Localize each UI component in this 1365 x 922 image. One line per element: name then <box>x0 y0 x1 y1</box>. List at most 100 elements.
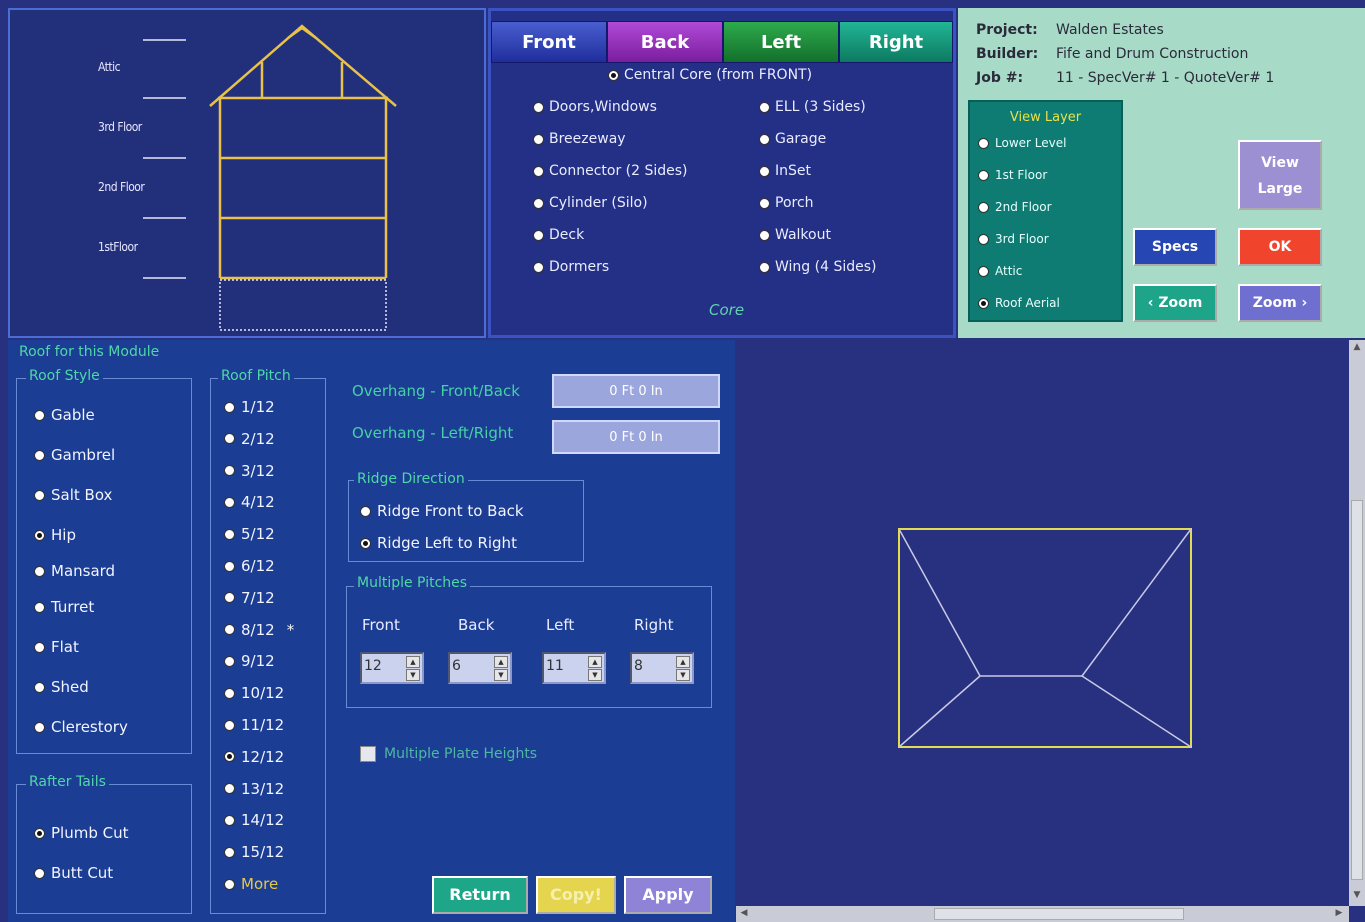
rafter-plumb-cut[interactable]: Plumb Cut <box>34 824 128 842</box>
module-option-inset[interactable]: InSet <box>759 163 811 179</box>
roof-style-salt-box[interactable]: Salt Box <box>34 486 112 504</box>
radio-icon <box>224 783 235 795</box>
module-option-cylinder[interactable]: Cylinder (Silo) <box>533 195 648 211</box>
module-option-garage[interactable]: Garage <box>759 131 826 147</box>
roof-style-hip[interactable]: Hip <box>34 526 76 544</box>
checkbox-icon <box>360 746 376 762</box>
radio-icon <box>978 265 989 277</box>
roof-pitch-option[interactable]: More <box>224 875 278 893</box>
roof-pitch-option[interactable]: 4/12 <box>224 493 275 511</box>
roof-pitch-option[interactable]: 11/12 <box>224 716 284 734</box>
radio-icon <box>224 846 235 858</box>
radio-icon <box>759 101 770 113</box>
roof-pitch-option[interactable]: 13/12 <box>224 780 284 798</box>
tab-front[interactable]: Front <box>491 21 607 63</box>
roof-pitch-option[interactable]: 7/12 <box>224 589 275 607</box>
scroll-up-icon[interactable]: ▲ <box>1351 342 1363 354</box>
roof-pitch-option[interactable]: 15/12 <box>224 843 284 861</box>
floor-label-attic: Attic <box>98 60 121 74</box>
chevron-up-icon[interactable]: ▲ <box>494 656 508 668</box>
roof-style-mansard[interactable]: Mansard <box>34 562 115 580</box>
vertical-scrollbar[interactable]: ▲ ▼ <box>1349 340 1365 906</box>
roof-pitch-option[interactable]: 8/12 * <box>224 621 294 639</box>
tab-left[interactable]: Left <box>723 21 839 63</box>
roof-pitch-option[interactable]: 6/12 <box>224 557 275 575</box>
view-layer-attic[interactable]: Attic <box>978 264 1022 278</box>
roof-pitch-option[interactable]: 1/12 <box>224 398 275 416</box>
roof-pitch-option[interactable]: 10/12 <box>224 684 284 702</box>
view-layer-2nd-floor[interactable]: 2nd Floor <box>978 200 1052 214</box>
overhang-left-right-field[interactable]: 0 Ft 0 In <box>552 420 720 454</box>
ridge-left-to-right[interactable]: Ridge Left to Right <box>360 534 517 552</box>
view-large-button[interactable]: View Large <box>1238 140 1322 210</box>
module-option-doors-windows[interactable]: Doors,Windows <box>533 99 657 115</box>
chevron-down-icon[interactable]: ▼ <box>406 669 420 681</box>
house-elevation-drawing <box>143 24 397 331</box>
chevron-down-icon[interactable]: ▼ <box>676 669 690 681</box>
roof-style-turret[interactable]: Turret <box>34 598 94 616</box>
chevron-up-icon[interactable]: ▲ <box>676 656 690 668</box>
roof-style-shed[interactable]: Shed <box>34 678 89 696</box>
chevron-down-icon[interactable]: ▼ <box>588 669 602 681</box>
chevron-up-icon[interactable]: ▲ <box>588 656 602 668</box>
module-option-breezeway[interactable]: Breezeway <box>533 131 626 147</box>
zoom-in-button[interactable]: ‹ Zoom <box>1133 284 1217 322</box>
vertical-scroll-thumb[interactable] <box>1351 500 1363 880</box>
radio-icon <box>759 197 770 209</box>
roof-style-flat[interactable]: Flat <box>34 638 79 656</box>
scroll-left-icon[interactable]: ◀ <box>738 908 750 920</box>
multiple-plate-heights-checkbox[interactable]: Multiple Plate Heights <box>360 746 537 762</box>
roof-pitch-option[interactable]: 12/12 <box>224 748 284 766</box>
roof-style-gambrel[interactable]: Gambrel <box>34 446 115 464</box>
module-option-walkout[interactable]: Walkout <box>759 227 831 243</box>
roof-pitch-option[interactable]: 3/12 <box>224 462 275 480</box>
module-option-porch[interactable]: Porch <box>759 195 814 211</box>
roof-style-clerestory[interactable]: Clerestory <box>34 718 128 736</box>
overhang-front-back-field[interactable]: 0 Ft 0 In <box>552 374 720 408</box>
ridge-front-to-back[interactable]: Ridge Front to Back <box>360 502 524 520</box>
job-number: 11 - SpecVer# 1 - QuoteVer# 1 <box>1056 70 1275 86</box>
multi-left-label: Left <box>546 616 575 634</box>
scroll-down-icon[interactable]: ▼ <box>1351 890 1363 902</box>
multi-front-stepper[interactable]: 12 ▲ ▼ <box>360 652 424 684</box>
multi-right-stepper[interactable]: 8 ▲ ▼ <box>630 652 694 684</box>
multi-left-stepper[interactable]: 11 ▲ ▼ <box>542 652 606 684</box>
view-layer-roof-aerial[interactable]: Roof Aerial <box>978 296 1060 310</box>
scroll-right-icon[interactable]: ▶ <box>1333 908 1345 920</box>
module-option-central-core[interactable]: Central Core (from FRONT) <box>608 67 812 83</box>
view-layer-lower-level[interactable]: Lower Level <box>978 136 1066 150</box>
copy-button[interactable]: Copy! <box>536 876 616 914</box>
chevron-down-icon[interactable]: ▼ <box>494 669 508 681</box>
horizontal-scrollbar[interactable]: ◀ ▶ <box>736 906 1349 922</box>
return-button[interactable]: Return <box>432 876 528 914</box>
multi-back-stepper[interactable]: 6 ▲ ▼ <box>448 652 512 684</box>
module-option-connector[interactable]: Connector (2 Sides) <box>533 163 688 179</box>
radio-icon <box>360 505 371 517</box>
tab-back[interactable]: Back <box>607 21 723 63</box>
module-option-ell[interactable]: ELL (3 Sides) <box>759 99 866 115</box>
radio-icon <box>224 814 235 826</box>
roof-pitch-option[interactable]: 14/12 <box>224 811 284 829</box>
horizontal-scroll-thumb[interactable] <box>934 908 1184 920</box>
roof-pitch-option[interactable]: 9/12 <box>224 652 275 670</box>
roof-pitch-option[interactable]: 5/12 <box>224 525 275 543</box>
radio-icon <box>34 721 45 733</box>
module-option-wing[interactable]: Wing (4 Sides) <box>759 259 877 275</box>
view-layer-3rd-floor[interactable]: 3rd Floor <box>978 232 1049 246</box>
radio-icon <box>533 165 544 177</box>
roof-style-gable[interactable]: Gable <box>34 406 95 424</box>
roof-style-title: Roof Style <box>26 368 103 384</box>
module-option-dormers[interactable]: Dormers <box>533 259 609 275</box>
view-layer-1st-floor[interactable]: 1st Floor <box>978 168 1047 182</box>
rafter-butt-cut[interactable]: Butt Cut <box>34 864 113 882</box>
radio-selected-icon <box>978 297 989 309</box>
specs-button[interactable]: Specs <box>1133 228 1217 266</box>
radio-icon <box>533 133 544 145</box>
zoom-out-button[interactable]: Zoom › <box>1238 284 1322 322</box>
chevron-up-icon[interactable]: ▲ <box>406 656 420 668</box>
apply-button[interactable]: Apply <box>624 876 712 914</box>
module-option-deck[interactable]: Deck <box>533 227 584 243</box>
roof-pitch-option[interactable]: 2/12 <box>224 430 275 448</box>
tab-right[interactable]: Right <box>839 21 953 63</box>
ok-button[interactable]: OK <box>1238 228 1322 266</box>
